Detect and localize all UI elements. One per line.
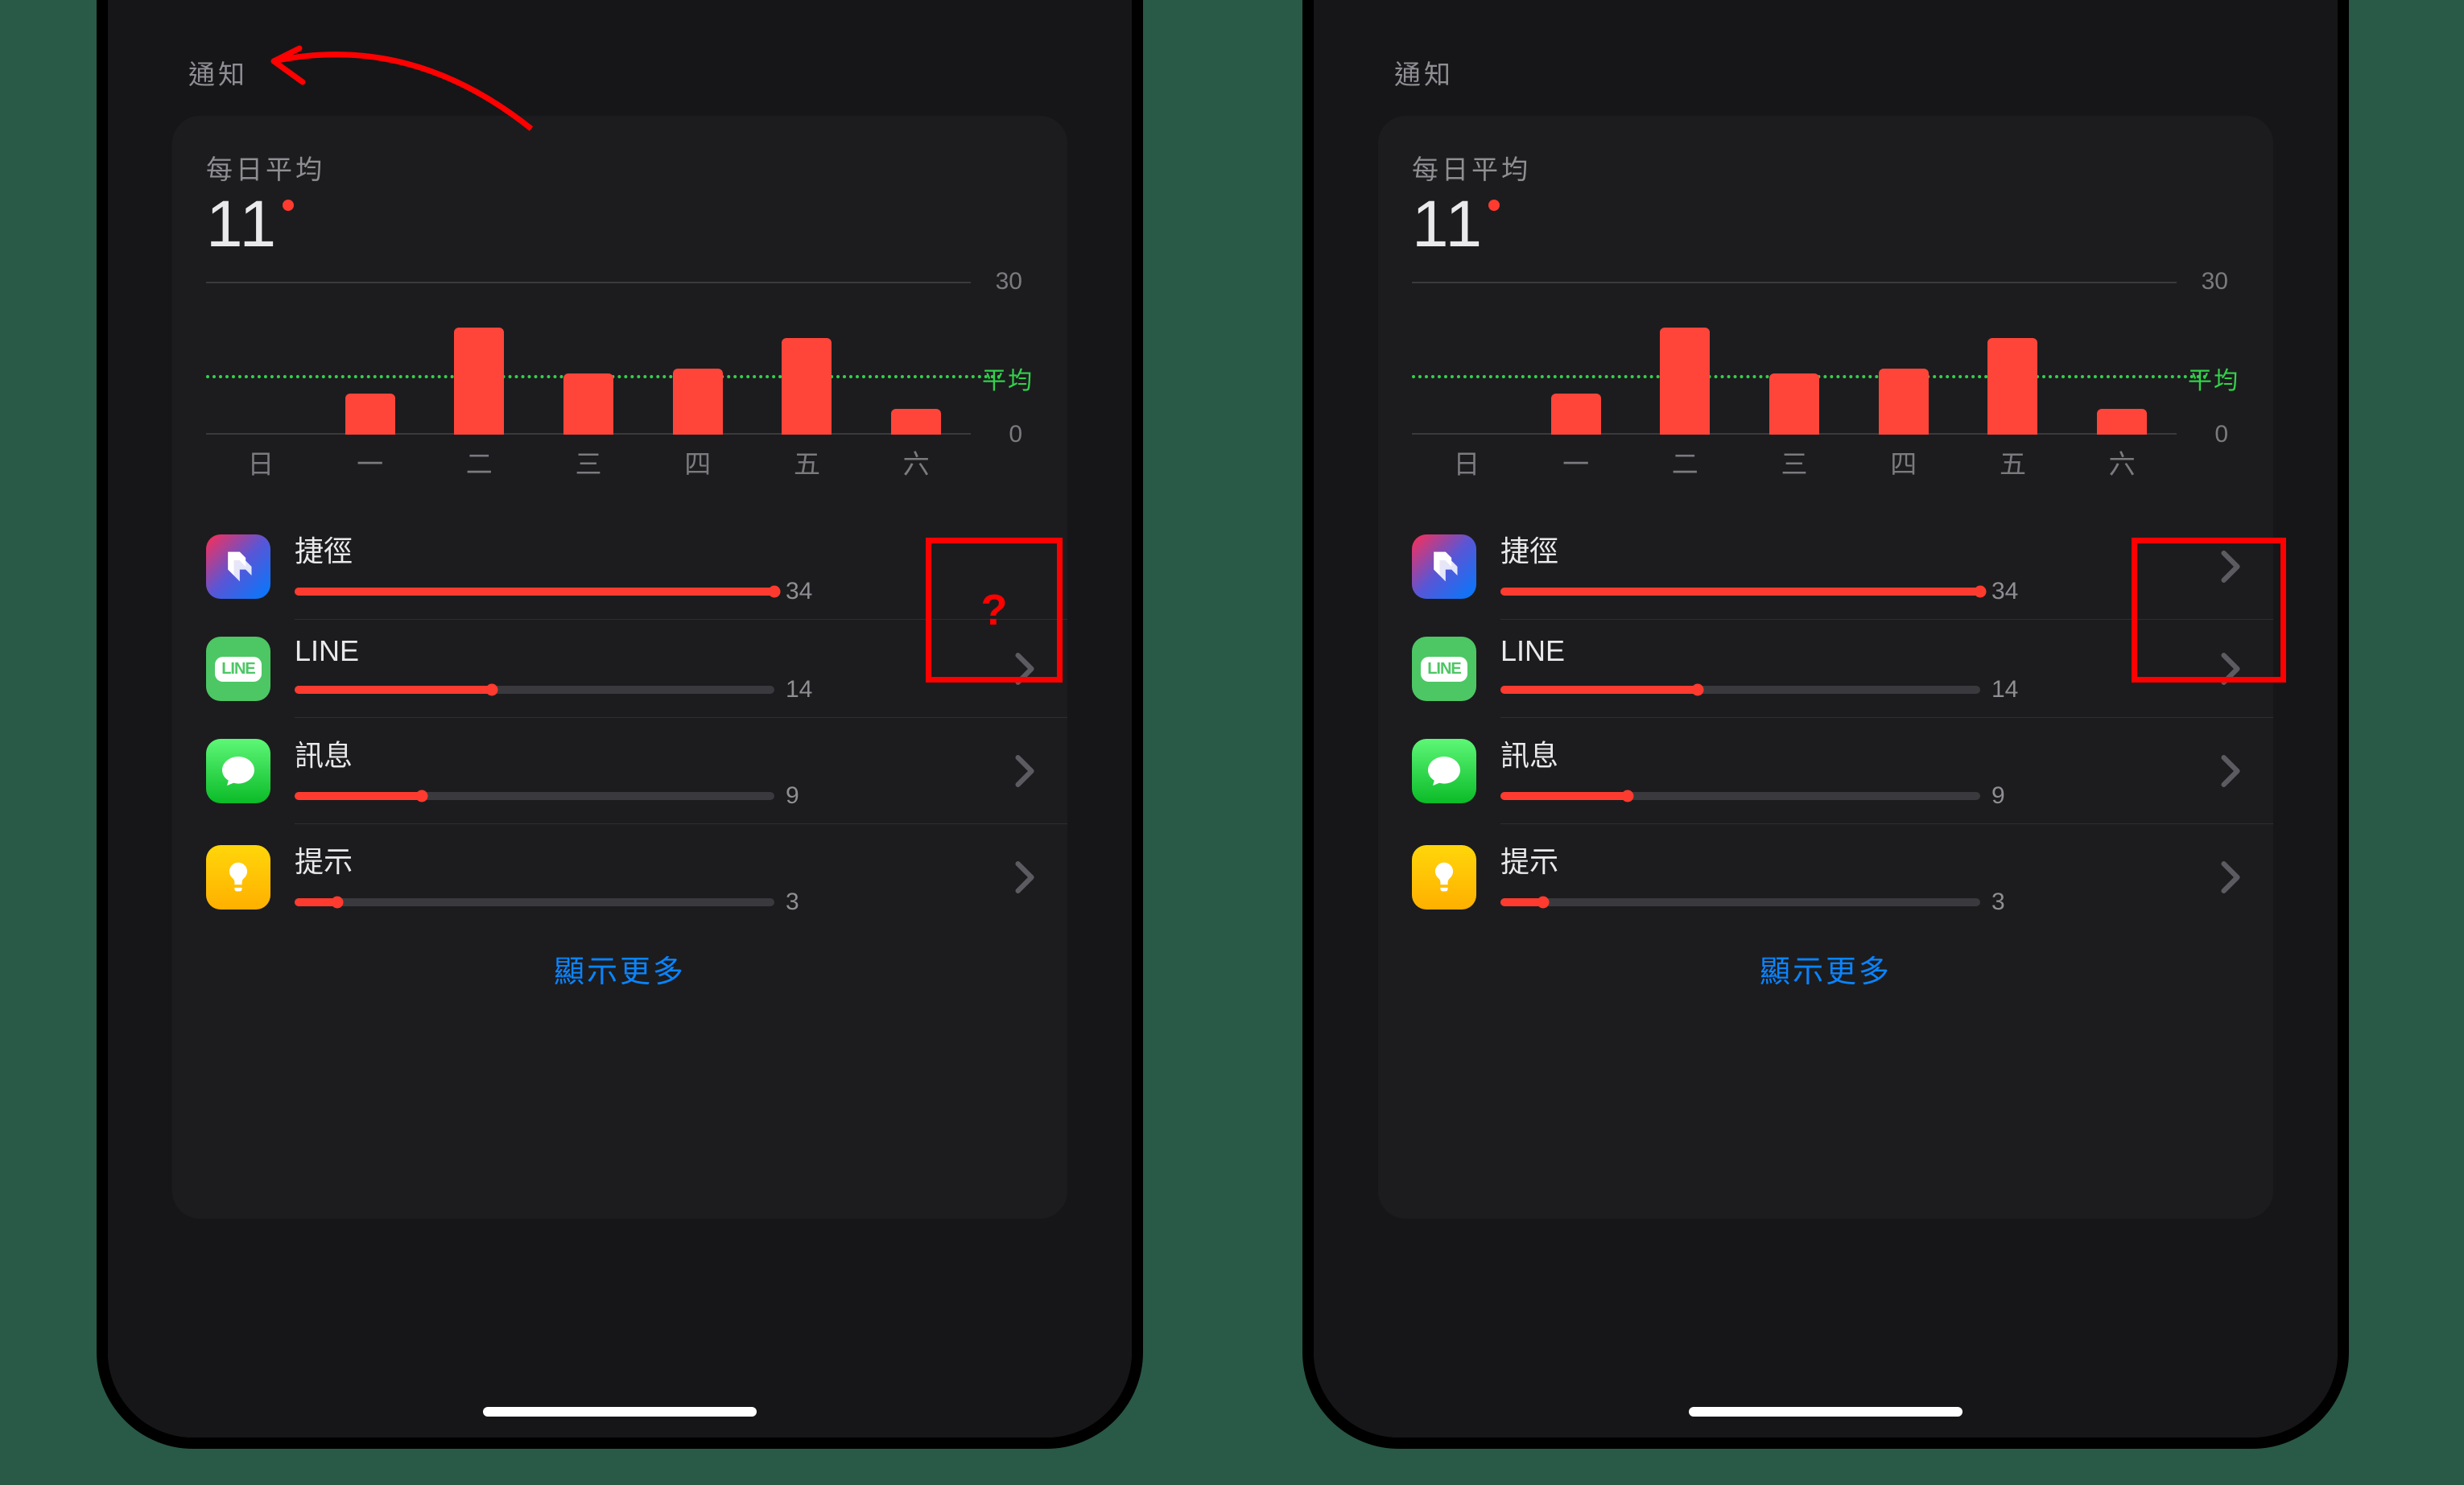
chart-bar (345, 394, 395, 435)
chart-x-label: 日 (206, 443, 316, 481)
app-usage-bar (295, 588, 774, 596)
app-usage-bar (1500, 898, 1980, 906)
tips-icon (1412, 845, 1476, 910)
chart-bar (1879, 369, 1929, 435)
daily-average-dot-icon (1488, 200, 1500, 211)
app-usage-bar (1500, 588, 1980, 596)
chart-bar (2097, 409, 2147, 435)
app-row-tips[interactable]: 提示 3 (172, 824, 1067, 930)
app-count-label: 34 (1991, 578, 2018, 605)
app-count-label: 3 (786, 889, 799, 916)
app-usage-bar (295, 686, 774, 694)
chevron-right-icon (1014, 860, 1035, 894)
chart-bar (1551, 394, 1601, 435)
chart-x-label: 三 (534, 443, 643, 481)
chart-x-label: 一 (1521, 443, 1631, 481)
phone-right: 通知 每日平均 11 30 0 平均 (1302, 0, 2349, 1449)
shortcuts-icon (1412, 534, 1476, 599)
daily-average-value: 11 (206, 192, 278, 258)
chart-x-label: 一 (316, 443, 425, 481)
chart-x-label: 四 (1849, 443, 1958, 481)
chart-x-label: 六 (861, 443, 971, 481)
notifications-bar-chart: 30 0 平均 (172, 282, 1067, 435)
chart-x-axis-labels: 日一二三四五六 (206, 443, 971, 481)
app-count-label: 3 (1991, 889, 2005, 916)
app-name-label: 提示 (295, 839, 1014, 881)
daily-average-dot-icon (283, 200, 294, 211)
app-count-label: 34 (786, 578, 812, 605)
chart-x-label: 五 (1958, 443, 2068, 481)
chart-x-label: 六 (2067, 443, 2177, 481)
app-name-label: 捷徑 (295, 528, 1035, 570)
phone-left: 通知 每日平均 11 30 0 平均 (97, 0, 1143, 1449)
chart-x-axis-labels: 日一二三四五六 (1412, 443, 2177, 481)
app-row-tips[interactable]: 提示 3 (1378, 824, 2273, 930)
chart-x-label: 四 (643, 443, 753, 481)
app-name-label: 提示 (1500, 839, 2220, 881)
chart-bar (1769, 373, 1819, 435)
chart-bar (454, 328, 504, 435)
annotation-highlight-right (2132, 538, 2286, 683)
messages-icon (206, 739, 270, 803)
app-name-label: LINE (1500, 634, 2220, 668)
chart-bar (1660, 328, 1710, 435)
notifications-bar-chart: 30 0 平均 (1378, 282, 2273, 435)
app-row-messages[interactable]: 訊息 9 (1378, 718, 2273, 824)
chart-bar (782, 338, 832, 435)
chevron-right-icon (1014, 754, 1035, 788)
home-indicator[interactable] (483, 1407, 757, 1417)
app-name-label: 訊息 (1500, 732, 2220, 774)
app-usage-bar (295, 898, 774, 906)
show-more-button[interactable]: 顯示更多 (172, 947, 1067, 991)
chevron-right-icon (2220, 754, 2241, 788)
chart-x-label: 日 (1412, 443, 1521, 481)
app-count-label: 14 (1991, 676, 2018, 703)
app-count-label: 9 (786, 782, 799, 810)
daily-average-label: 每日平均 (206, 148, 1067, 187)
chart-x-label: 五 (753, 443, 862, 481)
annotation-highlight-left: ? (926, 538, 1063, 683)
app-count-label: 14 (786, 676, 812, 703)
line-icon: LINE (1412, 637, 1476, 701)
chart-bar (563, 373, 613, 435)
line-icon: LINE (206, 637, 270, 701)
app-usage-bar (1500, 792, 1980, 800)
app-name-label: LINE (295, 634, 1014, 668)
shortcuts-icon (206, 534, 270, 599)
app-usage-bar (1500, 686, 1980, 694)
home-indicator[interactable] (1689, 1407, 1963, 1417)
chart-x-label: 三 (1740, 443, 1849, 481)
chart-x-label: 二 (1630, 443, 1740, 481)
chart-bar (673, 369, 723, 435)
chart-bar (1987, 338, 2037, 435)
daily-average-label: 每日平均 (1412, 148, 2273, 187)
tips-icon (206, 845, 270, 910)
daily-average-value: 11 (1412, 192, 1484, 258)
chart-average-label: 平均 (2188, 361, 2239, 396)
chart-bar (891, 409, 941, 435)
chart-average-label: 平均 (982, 361, 1034, 396)
app-row-messages[interactable]: 訊息 9 (172, 718, 1067, 824)
app-count-label: 9 (1991, 782, 2005, 810)
show-more-button[interactable]: 顯示更多 (1378, 947, 2273, 991)
app-name-label: 捷徑 (1500, 528, 2220, 570)
annotation-question-mark: ? (981, 585, 1008, 635)
nav-title: 通知 (188, 53, 248, 92)
app-name-label: 訊息 (295, 732, 1014, 774)
messages-icon (1412, 739, 1476, 803)
nav-title: 通知 (1394, 53, 1454, 92)
chevron-right-icon (2220, 860, 2241, 894)
app-usage-bar (295, 792, 774, 800)
chart-x-label: 二 (424, 443, 534, 481)
